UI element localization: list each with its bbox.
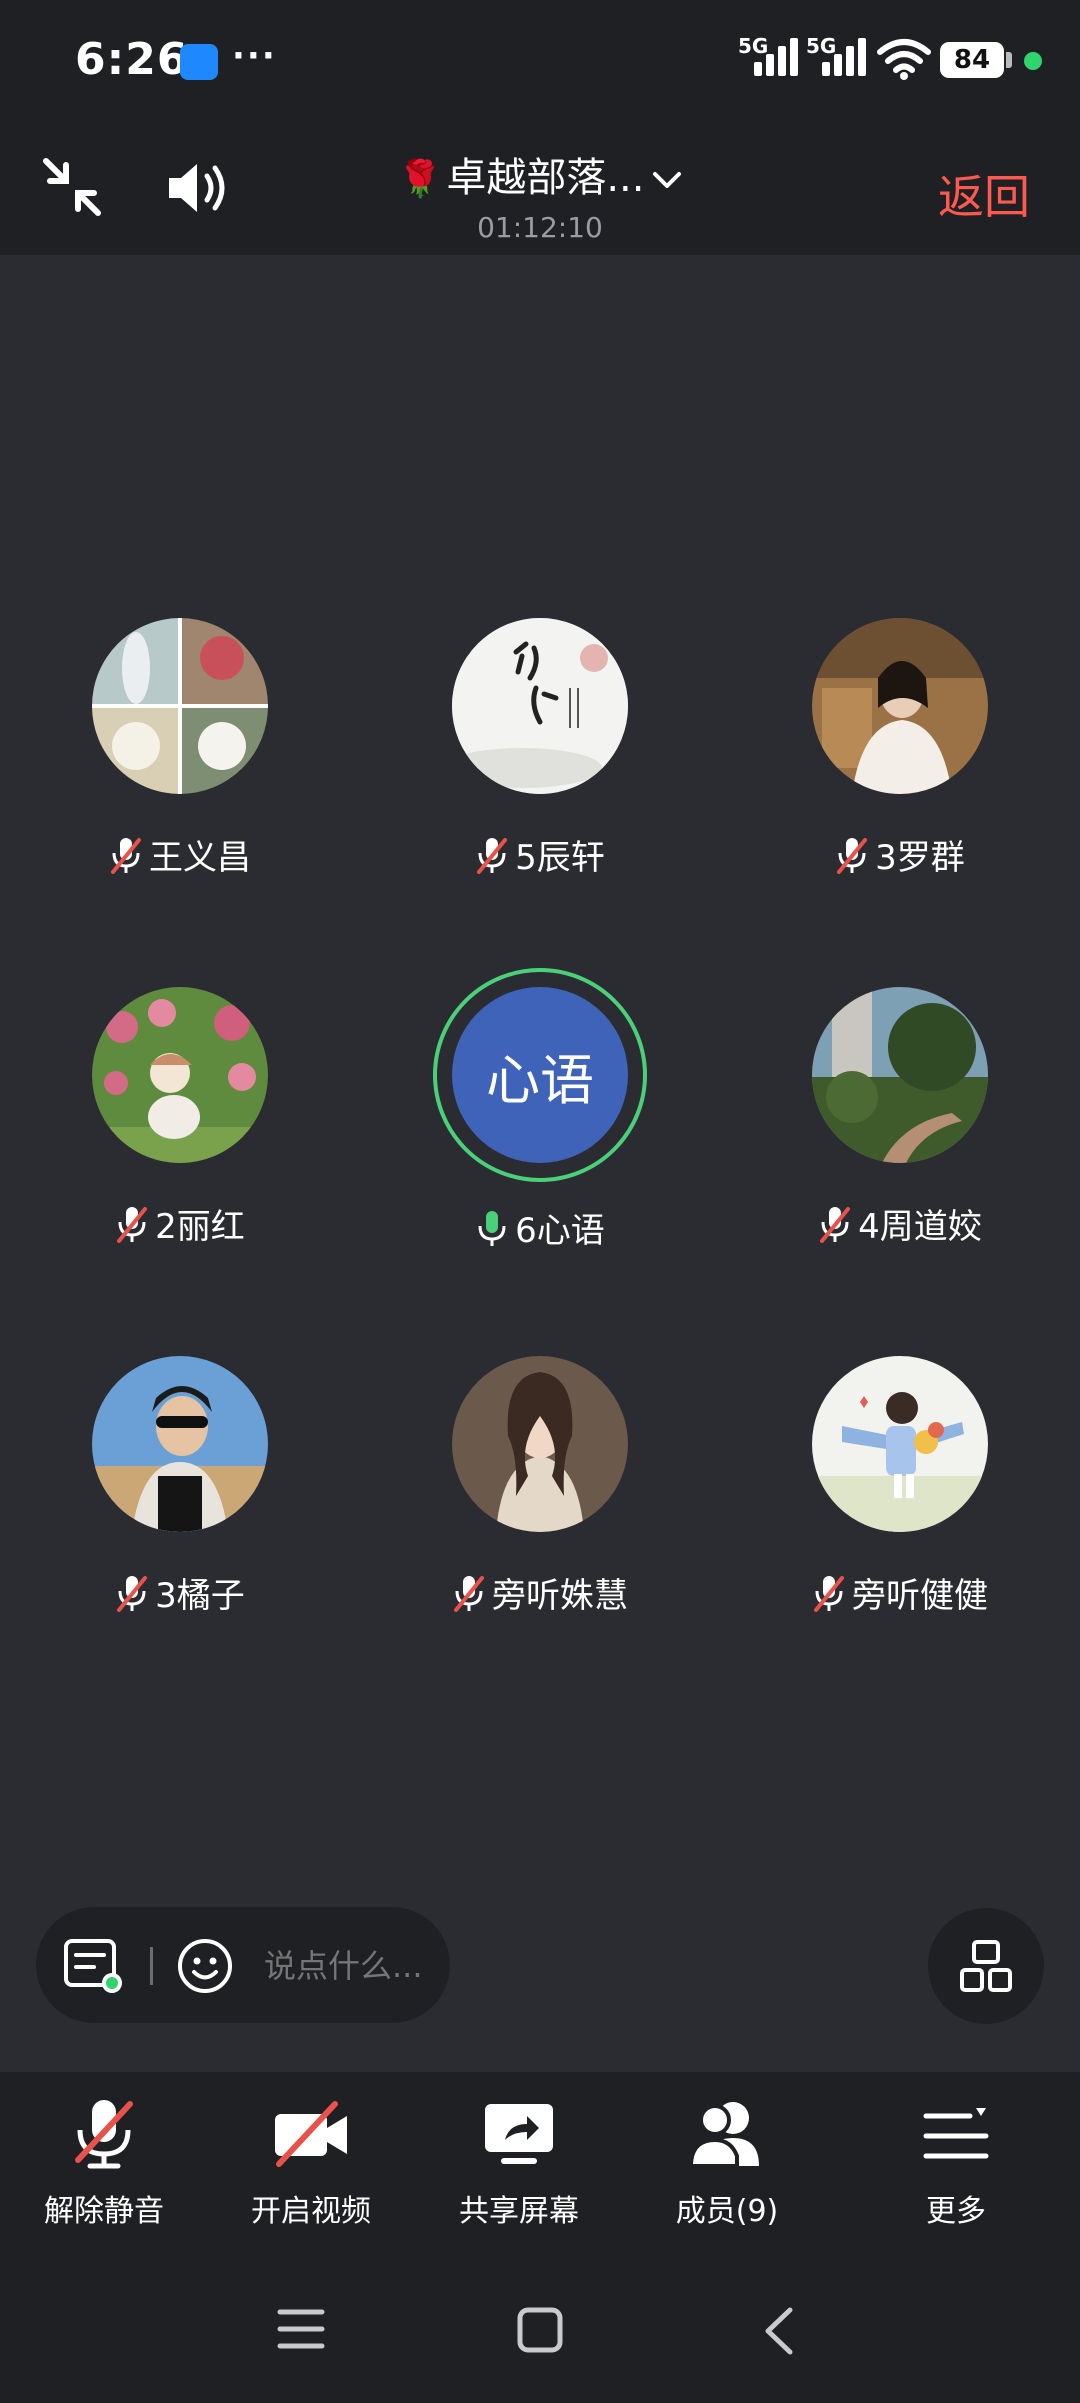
signal-icon: 5G bbox=[738, 32, 798, 84]
status-bar: 6:26 ··· 5G 5G 84 bbox=[0, 0, 1080, 125]
participant-name: 3橘子 bbox=[155, 1576, 245, 1616]
battery-indicator: 84 bbox=[940, 42, 1004, 78]
chat-input[interactable] bbox=[262, 1937, 446, 1995]
more-notifications-icon: ··· bbox=[232, 36, 277, 76]
avatar bbox=[812, 1356, 988, 1532]
rose-icon: 🌹 bbox=[397, 159, 443, 200]
participant-tile[interactable]: 5辰轩 bbox=[380, 618, 700, 879]
avatar bbox=[812, 618, 988, 794]
more-button[interactable]: 更多 bbox=[856, 2096, 1056, 2230]
participant-tile[interactable]: 旁听健健 bbox=[740, 1356, 1060, 1617]
avatar bbox=[92, 618, 268, 794]
avatar: 心语 bbox=[452, 987, 628, 1163]
share-screen-button[interactable]: 共享屏幕 bbox=[419, 2096, 619, 2230]
avatar bbox=[452, 618, 628, 794]
participant-tile[interactable]: 3罗群 bbox=[740, 618, 1060, 879]
participant-name: 2丽红 bbox=[155, 1207, 245, 1247]
wifi-icon bbox=[877, 39, 931, 80]
participant-name: 旁听健健 bbox=[852, 1576, 988, 1616]
mic-muted-icon bbox=[454, 1575, 484, 1612]
participant-name: 王义昌 bbox=[149, 838, 251, 878]
meeting-title: 卓越部落... bbox=[446, 155, 645, 201]
system-nav-bar bbox=[0, 2262, 1080, 2403]
members-label: 成员(9) bbox=[675, 2194, 779, 2229]
signal-icon-2: 5G bbox=[806, 32, 866, 84]
emoji-icon[interactable] bbox=[176, 1937, 234, 1995]
mic-muted-icon bbox=[477, 837, 508, 874]
layout-toggle-button[interactable] bbox=[928, 1908, 1044, 2024]
more-label: 更多 bbox=[926, 2194, 986, 2229]
chat-bar bbox=[36, 1907, 450, 2023]
participant-tile[interactable]: 王义昌 bbox=[20, 618, 340, 879]
participant-name: 3罗群 bbox=[875, 838, 965, 878]
unmute-label: 解除静音 bbox=[44, 2194, 164, 2229]
avatar bbox=[452, 1356, 628, 1532]
participant-tile[interactable]: 旁听姝慧 bbox=[380, 1356, 700, 1617]
share-label: 共享屏幕 bbox=[459, 2194, 579, 2229]
mic-active-icon bbox=[478, 1210, 506, 1246]
back-nav-icon[interactable] bbox=[760, 2306, 796, 2356]
participant-name: 4周道姣 bbox=[858, 1207, 982, 1247]
chevron-down-icon bbox=[653, 172, 682, 188]
app-notification-icon bbox=[180, 44, 218, 80]
meeting-header: 🌹 卓越部落... 01:12:10 返回 bbox=[0, 125, 1080, 255]
home-icon[interactable] bbox=[516, 2306, 564, 2354]
participant-name: 5辰轩 bbox=[515, 838, 605, 878]
unmute-button[interactable]: 解除静音 bbox=[4, 2096, 204, 2230]
participant-name: 6心语 bbox=[515, 1211, 605, 1251]
video-off-icon bbox=[275, 2101, 347, 2167]
battery-tip bbox=[1006, 52, 1012, 68]
avatar bbox=[92, 987, 268, 1163]
meeting-timer: 01:12:10 bbox=[477, 211, 603, 244]
participant-tile-active-speaker[interactable]: 心语 6心语 bbox=[380, 968, 700, 1252]
mic-muted-icon bbox=[75, 2100, 133, 2169]
members-icon bbox=[688, 2102, 759, 2168]
privacy-indicator bbox=[1024, 52, 1042, 70]
mic-muted-icon bbox=[117, 1206, 148, 1243]
members-button[interactable]: 成员(9) bbox=[627, 2096, 827, 2230]
meeting-title-area[interactable]: 🌹 卓越部落... 01:12:10 bbox=[0, 145, 1080, 244]
mic-muted-icon bbox=[111, 837, 141, 874]
mic-muted-icon bbox=[117, 1575, 148, 1612]
participant-tile[interactable]: 3橘子 bbox=[20, 1356, 340, 1617]
meeting-toolbar: 解除静音 开启视频 共享屏幕 成员(9) 更多 bbox=[0, 2072, 1080, 2262]
speaking-ring: 心语 bbox=[433, 968, 647, 1182]
avatar bbox=[812, 987, 988, 1163]
start-video-button[interactable]: 开启视频 bbox=[211, 2096, 411, 2230]
share-screen-icon bbox=[485, 2104, 553, 2164]
recent-apps-icon[interactable] bbox=[276, 2306, 326, 2352]
video-label: 开启视频 bbox=[251, 2194, 371, 2229]
avatar bbox=[92, 1356, 268, 1532]
mic-muted-icon bbox=[814, 1575, 844, 1612]
participant-name: 旁听姝慧 bbox=[492, 1576, 628, 1616]
grid-layout-icon bbox=[960, 1940, 1012, 1992]
clock: 6:26 bbox=[75, 34, 189, 85]
mic-muted-icon bbox=[837, 837, 868, 874]
mic-muted-icon bbox=[820, 1206, 851, 1243]
participant-tile[interactable]: 2丽红 bbox=[20, 987, 340, 1248]
back-button[interactable]: 返回 bbox=[938, 161, 1030, 227]
chat-messages-icon[interactable] bbox=[62, 1937, 126, 1995]
more-menu-icon bbox=[923, 2108, 989, 2159]
participant-tile[interactable]: 4周道姣 bbox=[740, 987, 1060, 1248]
divider bbox=[150, 1947, 153, 1985]
